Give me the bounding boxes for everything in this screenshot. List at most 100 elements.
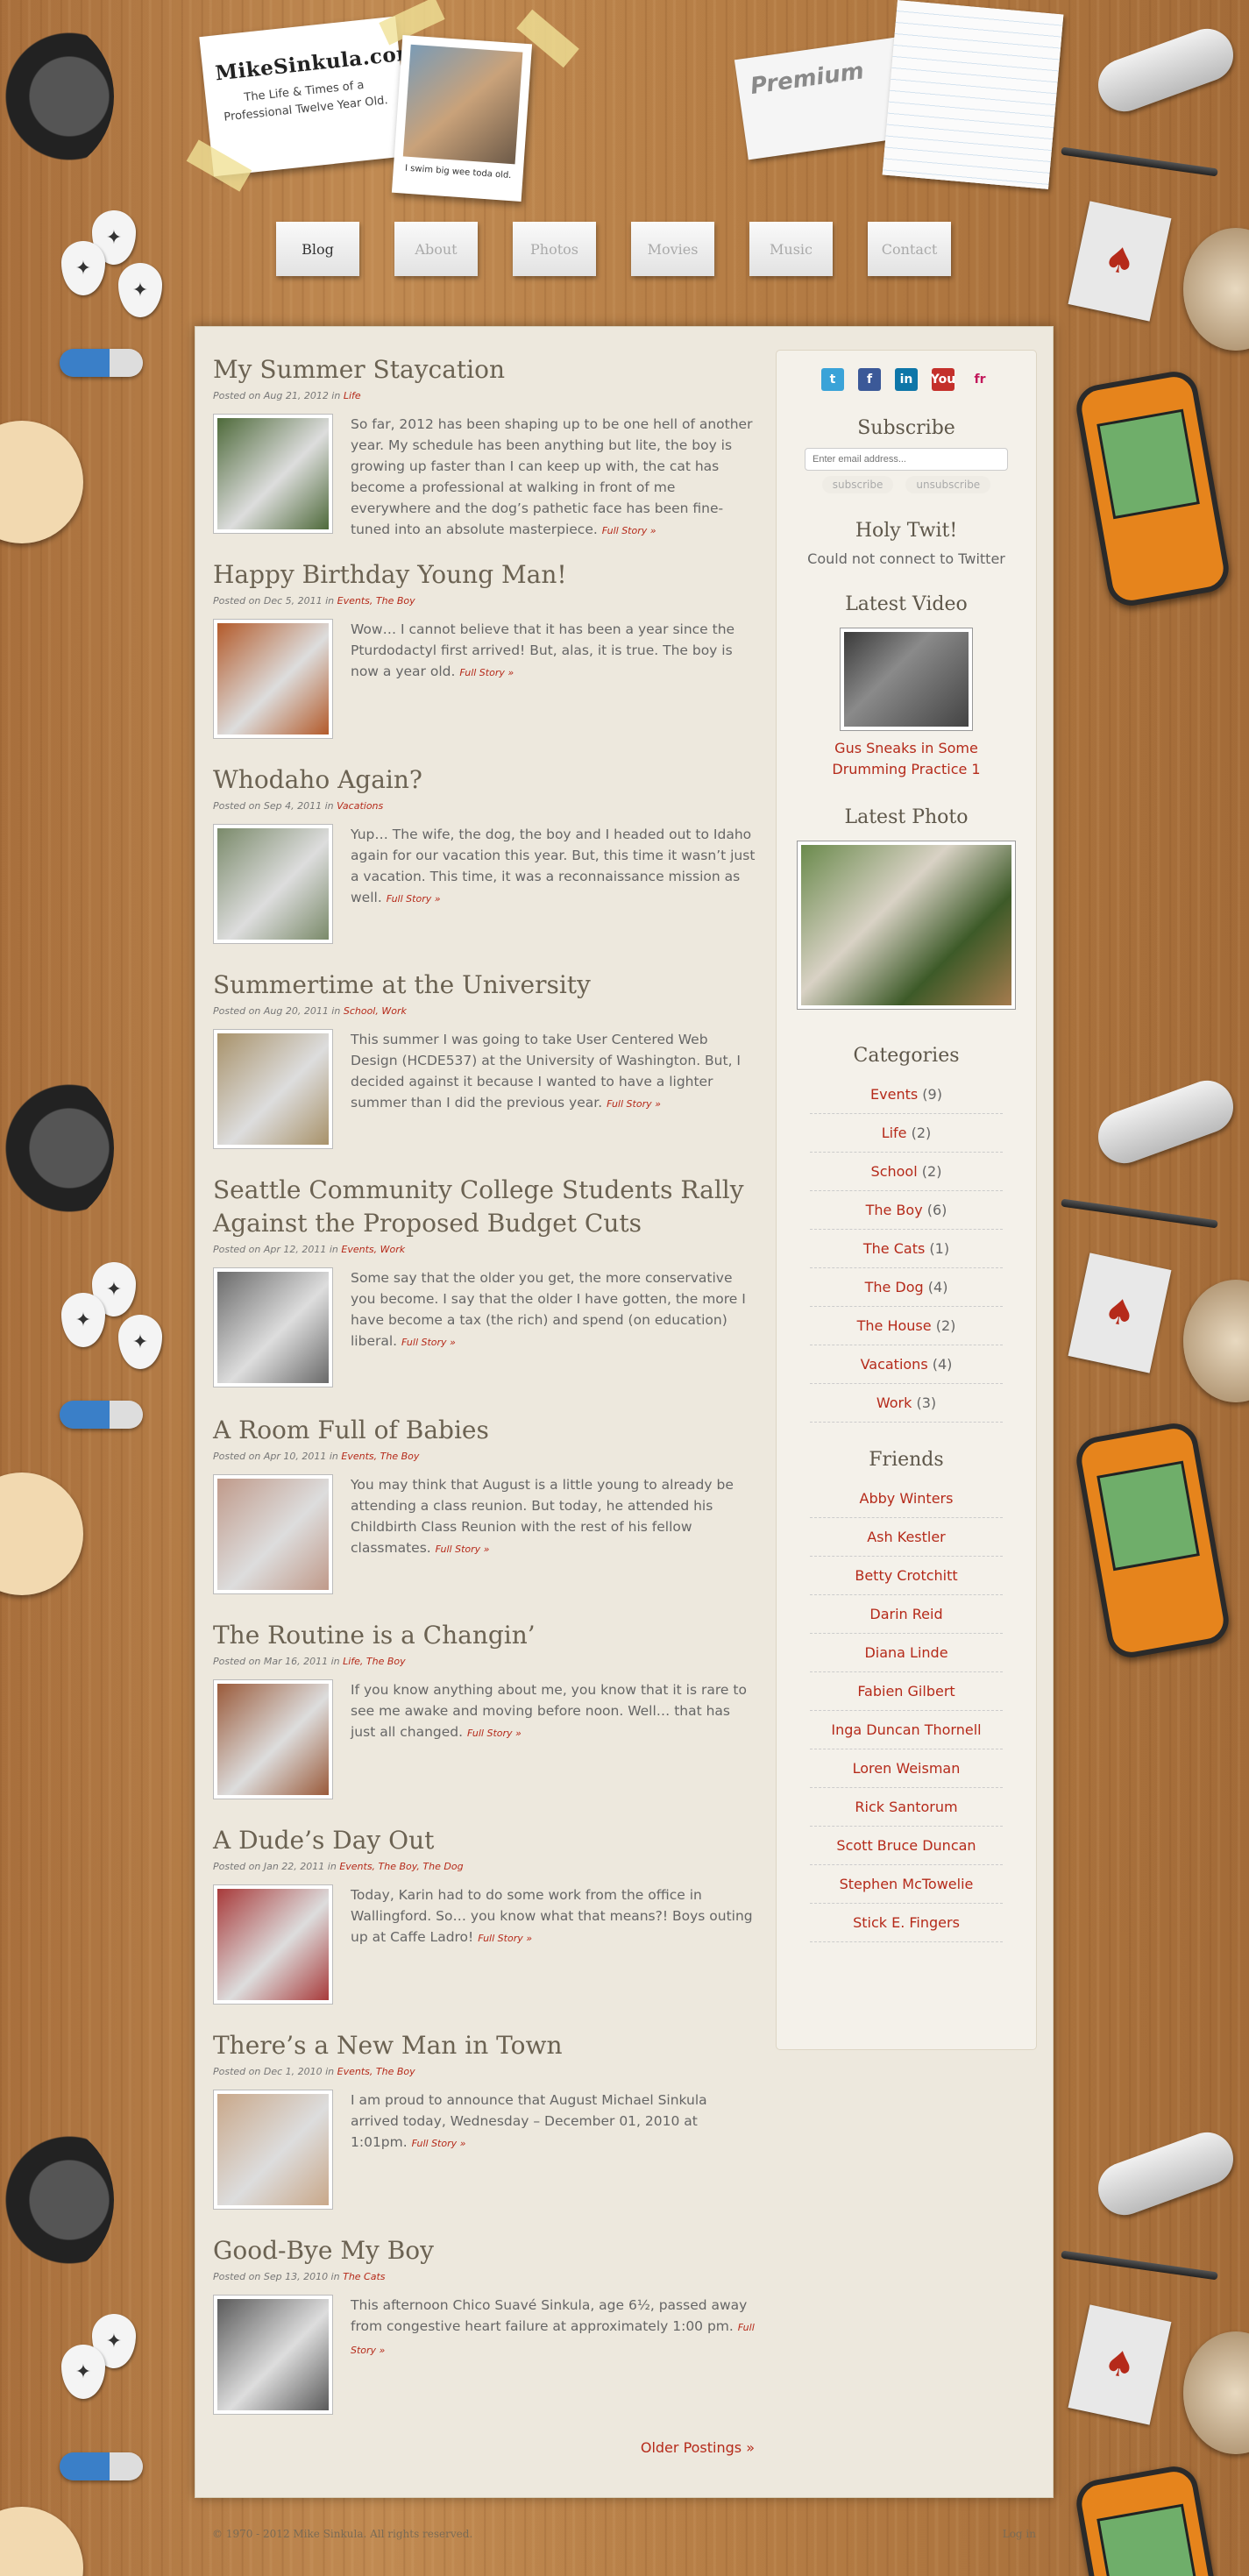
- full-story-link[interactable]: Full Story »: [607, 1098, 661, 1110]
- nav-contact[interactable]: Contact: [868, 222, 951, 276]
- pen-decoration: [1061, 146, 1218, 177]
- nav-blog[interactable]: Blog: [276, 222, 359, 276]
- site-title-note[interactable]: MikeSinkula.com The Life & Times of a Pr…: [199, 16, 419, 177]
- youtube-icon[interactable]: You: [931, 368, 955, 391]
- full-story-link[interactable]: Full Story »: [602, 525, 656, 536]
- post-title[interactable]: Summertime at the University: [213, 969, 756, 1002]
- post-title[interactable]: Whodaho Again?: [213, 763, 756, 797]
- subscribe-button[interactable]: subscribe: [821, 476, 894, 493]
- post-thumbnail[interactable]: [213, 1028, 333, 1149]
- full-story-link[interactable]: Full Story »: [387, 893, 441, 905]
- category-link[interactable]: Work: [876, 1394, 912, 1411]
- latest-photo[interactable]: [797, 841, 1016, 1010]
- guitar-pick-decoration: ✦: [61, 1293, 105, 1347]
- friend-link[interactable]: Ash Kestler: [867, 1529, 946, 1545]
- facebook-icon[interactable]: f: [858, 368, 881, 391]
- unsubscribe-button[interactable]: unsubscribe: [905, 476, 991, 493]
- post-thumbnail[interactable]: [213, 618, 333, 739]
- post-date: Posted on Sep 13, 2010 in: [213, 2270, 344, 2282]
- post-title[interactable]: Seattle Community College Students Rally…: [213, 1174, 756, 1240]
- post-title[interactable]: A Room Full of Babies: [213, 1414, 756, 1447]
- post-categories[interactable]: School, Work: [344, 1005, 407, 1017]
- friend-link[interactable]: Rick Santorum: [855, 1799, 957, 1815]
- post-categories[interactable]: Events, Work: [341, 1244, 405, 1255]
- friend-link[interactable]: Fabien Gilbert: [857, 1683, 954, 1700]
- post-thumbnail[interactable]: [213, 1473, 333, 1594]
- nav-music[interactable]: Music: [749, 222, 833, 276]
- post: The Routine is a Changin’ Posted on Mar …: [213, 1619, 756, 1824]
- nav-about[interactable]: About: [394, 222, 478, 276]
- guitar-pick-decoration: ✦: [118, 263, 162, 317]
- friend-link[interactable]: Betty Crotchitt: [855, 1567, 957, 1584]
- post-thumbnail[interactable]: [213, 2089, 333, 2210]
- friend-item: Inga Duncan Thornell: [810, 1711, 1003, 1749]
- post-categories[interactable]: Life: [344, 390, 361, 401]
- category-link[interactable]: The Dog: [865, 1279, 924, 1295]
- post-date: Posted on Aug 20, 2011 in: [213, 1004, 344, 1017]
- linkedin-icon[interactable]: in: [895, 368, 918, 391]
- post-thumbnail[interactable]: [213, 1267, 333, 1387]
- post: A Dude’s Day Out Posted on Jan 22, 2011 …: [213, 1824, 756, 2029]
- older-postings-link[interactable]: Older Postings »: [641, 2439, 755, 2456]
- friend-link[interactable]: Inga Duncan Thornell: [831, 1721, 981, 1738]
- belt-buckle-decoration: [1183, 2331, 1249, 2454]
- friend-link[interactable]: Abby Winters: [860, 1490, 954, 1507]
- post-categories[interactable]: Events, The Boy: [337, 595, 415, 607]
- friend-item: Rick Santorum: [810, 1788, 1003, 1827]
- post-title[interactable]: There’s a New Man in Town: [213, 2029, 756, 2062]
- pen-decoration: [1061, 1198, 1218, 1229]
- nav-photos[interactable]: Photos: [513, 222, 596, 276]
- category-link[interactable]: The Cats: [863, 1240, 925, 1257]
- post-title[interactable]: My Summer Staycation: [213, 353, 756, 387]
- friendfeed-icon[interactable]: fr: [969, 368, 991, 391]
- friend-link[interactable]: Diana Linde: [864, 1644, 947, 1661]
- category-link[interactable]: The House: [857, 1317, 932, 1334]
- post: Whodaho Again? Posted on Sep 4, 2011 in …: [213, 763, 756, 969]
- cellphone-decoration: [1072, 2462, 1233, 2576]
- post-title[interactable]: A Dude’s Day Out: [213, 1824, 756, 1857]
- category-link[interactable]: The Boy: [866, 1202, 923, 1218]
- category-count: (3): [916, 1394, 937, 1411]
- guitar-pick-decoration: ✦: [118, 1315, 162, 1369]
- full-story-link[interactable]: Full Story »: [436, 1543, 490, 1555]
- login-link[interactable]: Log in: [1003, 2528, 1036, 2540]
- post-categories[interactable]: Events, The Boy, The Dog: [339, 1861, 463, 1872]
- post-categories[interactable]: Life, The Boy: [343, 1656, 406, 1667]
- post-categories[interactable]: The Cats: [343, 2271, 385, 2282]
- friend-link[interactable]: Scott Bruce Duncan: [836, 1837, 976, 1854]
- post-thumbnail[interactable]: [213, 2294, 333, 2415]
- post-thumbnail[interactable]: [213, 413, 333, 534]
- post-title[interactable]: Good-Bye My Boy: [213, 2234, 756, 2267]
- friend-link[interactable]: Stick E. Fingers: [853, 1914, 960, 1931]
- latest-video-link[interactable]: Gus Sneaks in Some Drumming Practice 1: [777, 738, 1036, 780]
- friend-link[interactable]: Darin Reid: [869, 1606, 942, 1622]
- friend-link[interactable]: Loren Weisman: [853, 1760, 961, 1777]
- category-item: Life (2): [810, 1114, 1003, 1153]
- sidebar: tfin Youfr Subscribe subscribe unsubscrib…: [776, 350, 1037, 2050]
- post-categories[interactable]: Events, The Boy: [341, 1451, 419, 1462]
- post-categories[interactable]: Events, The Boy: [337, 2066, 415, 2077]
- nav-movies[interactable]: Movies: [631, 222, 714, 276]
- full-story-link[interactable]: Full Story »: [467, 1728, 522, 1739]
- category-link[interactable]: Vacations: [861, 1356, 928, 1373]
- friend-item: Scott Bruce Duncan: [810, 1827, 1003, 1865]
- full-story-link[interactable]: Full Story »: [459, 667, 514, 678]
- category-count: (2): [921, 1163, 942, 1180]
- post-thumbnail[interactable]: [213, 1678, 333, 1799]
- remote-decoration: [1090, 1073, 1241, 1171]
- full-story-link[interactable]: Full Story »: [401, 1337, 456, 1348]
- post-thumbnail[interactable]: [213, 1884, 333, 2005]
- post-categories[interactable]: Vacations: [337, 800, 383, 812]
- post-title[interactable]: Happy Birthday Young Man!: [213, 558, 756, 592]
- category-link[interactable]: Events: [870, 1086, 918, 1103]
- category-link[interactable]: School: [871, 1163, 918, 1180]
- email-input[interactable]: [805, 448, 1008, 471]
- post-title[interactable]: The Routine is a Changin’: [213, 1619, 756, 1652]
- full-story-link[interactable]: Full Story »: [412, 2138, 466, 2149]
- friend-link[interactable]: Stephen McTowelie: [840, 1876, 974, 1892]
- full-story-link[interactable]: Full Story »: [478, 1933, 532, 1944]
- category-link[interactable]: Life: [882, 1125, 907, 1141]
- latest-video-thumbnail[interactable]: [840, 628, 973, 731]
- post-thumbnail[interactable]: [213, 823, 333, 944]
- twitter-icon[interactable]: t: [821, 368, 844, 391]
